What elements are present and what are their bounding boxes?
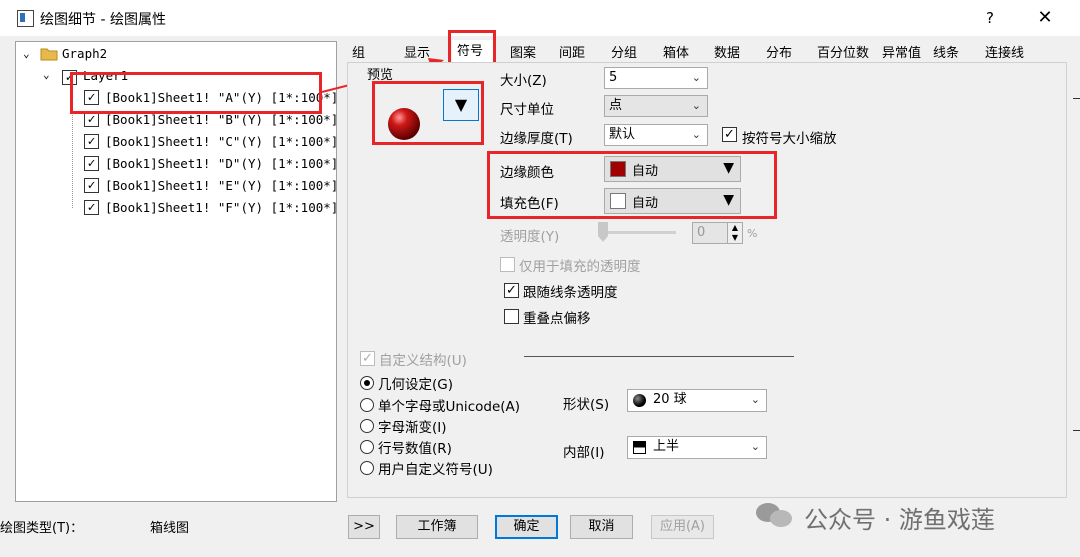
tree-item[interactable]: ✓ [Book1]Sheet1! "E"(Y) [1*:100*]	[78, 175, 338, 197]
window-title: 绘图细节 - 绘图属性	[40, 12, 166, 28]
tree-item[interactable]: ✓ [Book1]Sheet1! "C"(Y) [1*:100*]	[78, 131, 338, 153]
close-button[interactable]: ✕	[1030, 6, 1060, 30]
transparency-input[interactable]: 0	[692, 222, 728, 244]
radio-geometric[interactable]	[360, 376, 374, 390]
tab-box[interactable]: 箱体	[663, 44, 689, 64]
edge-thickness-value: 默认	[609, 127, 636, 142]
plot-type-value: 箱线图	[150, 521, 190, 536]
tree-item[interactable]: ✓ [Book1]Sheet1! "F"(Y) [1*:100*]	[78, 197, 338, 219]
radio-user-defined-label: 用户自定义符号(U)	[378, 462, 493, 478]
plot-type-label: 绘图类型(T)：	[0, 521, 84, 536]
tab-display[interactable]: 显示	[404, 44, 430, 64]
shape-value: 20 球	[653, 392, 687, 407]
transparency-unit: %	[747, 227, 758, 240]
overlap-offset-checkbox[interactable]	[504, 309, 519, 324]
unit-value: 点	[609, 98, 623, 113]
custom-construct-checkbox[interactable]: ✓	[360, 351, 375, 366]
edge-thickness-select[interactable]: 默认 ⌄	[604, 124, 708, 146]
tab-outlier[interactable]: 异常值	[882, 44, 921, 64]
unit-label: 尺寸单位	[500, 102, 554, 118]
tree-item-label: [Book1]Sheet1! "C"(Y) [1*:100*]	[105, 134, 339, 149]
chevron-down-icon: ⌄	[750, 440, 760, 453]
size-select[interactable]: 5 ⌄	[604, 67, 708, 89]
radio-unicode-label: 单个字母或Unicode(A)	[378, 399, 521, 415]
chevron-down-icon[interactable]: ⌄	[43, 68, 50, 81]
tree-item[interactable]: ✓ [Book1]Sheet1! "D"(Y) [1*:100*]	[78, 153, 338, 175]
scale-with-size-checkbox[interactable]: ✓	[722, 127, 737, 142]
tab-data[interactable]: 数据	[714, 44, 740, 64]
chevron-down-icon: ⌄	[750, 393, 760, 406]
radio-row-number[interactable]	[360, 440, 374, 454]
help-button[interactable]: ?	[975, 6, 1005, 30]
tree-item-label: [Book1]Sheet1! "E"(Y) [1*:100*]	[105, 178, 339, 193]
item-checkbox[interactable]: ✓	[84, 200, 99, 215]
radio-row-number-label: 行号数值(R)	[378, 441, 452, 457]
half-fill-icon	[633, 441, 646, 454]
chevron-down-icon[interactable]: ⌄	[23, 47, 30, 60]
app-icon	[17, 10, 34, 27]
folder-icon	[40, 48, 58, 61]
shape-select[interactable]: 20 球 ⌄	[627, 389, 767, 412]
follow-line-transparency-checkbox[interactable]: ✓	[504, 283, 519, 298]
interior-value: 上半	[653, 439, 680, 454]
radio-geometric-label: 几何设定(G)	[378, 377, 453, 393]
shape-label: 形状(S)	[563, 397, 610, 413]
tab-distribution[interactable]: 分布	[766, 44, 792, 64]
highlight-box-colors	[487, 151, 777, 219]
ball-shape-icon	[633, 394, 646, 407]
custom-construct-label: 自定义结构(U)	[379, 353, 467, 369]
size-value: 5	[609, 70, 618, 85]
chevron-down-icon: ⌄	[691, 128, 701, 141]
transparency-spinner[interactable]: ▲ ▼	[727, 222, 743, 244]
item-checkbox[interactable]: ✓	[84, 156, 99, 171]
workbook-button[interactable]: 工作簿	[396, 515, 478, 539]
fill-only-transparency-checkbox[interactable]	[500, 257, 515, 272]
background-edge-line	[1073, 98, 1080, 99]
watermark-text: 公众号 · 游鱼戏莲	[804, 506, 995, 534]
tab-pattern[interactable]: 图案	[510, 44, 536, 64]
item-checkbox[interactable]: ✓	[84, 112, 99, 127]
interior-select[interactable]: 上半 ⌄	[627, 436, 767, 459]
tab-connector[interactable]: 连接线	[985, 44, 1024, 64]
transparency-label: 透明度(Y)	[500, 229, 560, 245]
highlight-box-tree-item	[70, 72, 322, 114]
tree-item-label: [Book1]Sheet1! "D"(Y) [1*:100*]	[105, 156, 339, 171]
chevron-down-icon: ⌄	[691, 99, 701, 112]
scale-with-size-label: 按符号大小缩放	[742, 131, 837, 147]
apply-button[interactable]: 应用(A)	[651, 515, 714, 539]
radio-letter-increment[interactable]	[360, 419, 374, 433]
background-edge-line	[1073, 430, 1080, 431]
highlight-box-preview	[372, 81, 484, 145]
cancel-button[interactable]: 取消	[570, 515, 633, 539]
item-checkbox[interactable]: ✓	[84, 134, 99, 149]
tab-group[interactable]: 组	[352, 44, 365, 64]
edge-thickness-label: 边缘厚度(T)	[500, 131, 573, 147]
transparency-value: 0	[697, 225, 706, 240]
radio-unicode[interactable]	[360, 398, 374, 412]
size-label: 大小(Z)	[500, 73, 547, 89]
tree-root-label[interactable]: Graph2	[62, 46, 107, 61]
tab-percentile[interactable]: 百分位数	[817, 44, 869, 64]
tab-line[interactable]: 线条	[933, 44, 959, 64]
follow-line-transparency-label: 跟随线条透明度	[523, 285, 618, 301]
overlap-offset-label: 重叠点偏移	[523, 311, 591, 327]
item-checkbox[interactable]: ✓	[84, 178, 99, 193]
radio-letter-increment-label: 字母渐变(I)	[378, 420, 447, 436]
transparency-slider-track[interactable]	[600, 231, 676, 234]
expand-button[interactable]: >>	[348, 515, 380, 539]
tab-group-view[interactable]: 分组	[611, 44, 637, 64]
tree-item-label: [Book1]Sheet1! "F"(Y) [1*:100*]	[105, 200, 339, 215]
radio-user-defined[interactable]	[360, 461, 374, 475]
wechat-icon	[756, 499, 796, 529]
ok-button[interactable]: 确定	[495, 515, 558, 539]
chevron-down-icon: ⌄	[691, 71, 701, 84]
interior-label: 内部(I)	[563, 445, 605, 461]
section-divider	[524, 356, 794, 357]
tab-spacing[interactable]: 间距	[559, 44, 585, 64]
fill-only-transparency-label: 仅用于填充的透明度	[519, 259, 641, 275]
unit-select[interactable]: 点 ⌄	[604, 95, 708, 117]
